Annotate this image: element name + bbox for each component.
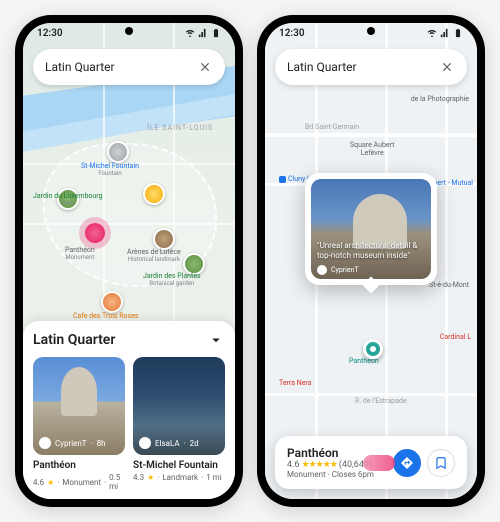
card-meta: 4.3★· Landmark· 1 mi xyxy=(133,473,225,482)
clear-search-button[interactable] xyxy=(197,59,213,75)
signal-icon xyxy=(440,28,450,38)
poi-featured[interactable] xyxy=(143,183,165,205)
callout-quote: "Unreal architectural detail & top-notch… xyxy=(317,241,425,261)
callout-image xyxy=(311,179,431,279)
bookmark-icon xyxy=(434,456,448,470)
map-label-jardin-lux[interactable]: Jardin du Luxembourg Park xyxy=(33,193,103,207)
clock: 12:30 xyxy=(279,28,305,39)
clock: 12:30 xyxy=(37,28,63,39)
close-icon xyxy=(198,60,212,74)
wifi-icon xyxy=(427,28,437,38)
card-image: ElsaLA·2d xyxy=(133,357,225,455)
signal-icon xyxy=(198,28,208,38)
avatar xyxy=(39,437,51,449)
search-bar[interactable]: Latin Quarter xyxy=(275,49,467,85)
battery-icon xyxy=(211,28,221,38)
place-card-fountain[interactable]: ElsaLA·2d St-Michel Fountain 4.3★· Landm… xyxy=(133,357,225,491)
phone-right: 12:30 de la Photographie Bd Saint-Germai… xyxy=(257,15,485,507)
search-bar[interactable]: Latin Quarter xyxy=(33,49,225,85)
place-rating: 4.6 ★★★★★ (40,649) xyxy=(287,460,374,470)
callout-author: CyprienT xyxy=(317,265,359,275)
author-chip: ElsaLA·2d xyxy=(139,437,199,449)
map-label-terranera[interactable]: Terra Nera xyxy=(279,379,311,387)
map-label-jardin-plantes[interactable]: Jardin des Plantes Botanical garden xyxy=(143,273,201,287)
place-meta: Monument · Closes 6pm xyxy=(287,470,374,479)
place-pin-pantheon[interactable] xyxy=(363,339,383,359)
highlight-indicator xyxy=(363,455,395,471)
card-image: CyprienT·8h xyxy=(33,357,125,455)
place-title: Panthéon xyxy=(287,446,374,460)
status-bar: 12:30 xyxy=(23,23,235,43)
poi-arenes[interactable] xyxy=(153,228,175,250)
directions-button[interactable] xyxy=(393,449,421,477)
close-icon xyxy=(440,60,454,74)
battery-icon xyxy=(453,28,463,38)
sheet-title: Latin Quarter xyxy=(33,332,115,348)
avatar xyxy=(139,437,151,449)
card-title: St-Michel Fountain xyxy=(133,460,225,471)
my-location[interactable] xyxy=(85,223,105,243)
status-icons xyxy=(427,28,463,38)
bottom-sheet[interactable]: Latin Quarter CyprienT·8h Panthéon 4.6★· xyxy=(23,321,235,499)
map-label-ile: ÎLE SAINT-LOUIS xyxy=(147,125,213,133)
directions-icon xyxy=(400,456,414,470)
search-query: Latin Quarter xyxy=(45,60,197,74)
map-label-stmichel[interactable]: St-Michel Fountain Fountain xyxy=(81,163,139,177)
map-label-cardinal[interactable]: Cardinal L xyxy=(440,333,471,341)
screen-right: 12:30 de la Photographie Bd Saint-Germai… xyxy=(265,23,477,499)
avatar xyxy=(317,265,327,275)
star-icon: ★ xyxy=(147,473,154,482)
author-chip: CyprienT·8h xyxy=(39,437,106,449)
poi-stmichel[interactable] xyxy=(107,141,129,163)
map-label-cafe[interactable]: Cafe des Trois Roses xyxy=(73,313,139,321)
map-label-pantheon[interactable]: Panthéon Monument xyxy=(65,247,95,261)
map-label-stedumont[interactable]: St-é-du-Mont xyxy=(429,281,469,289)
place-callout[interactable]: "Unreal architectural detail & top-notch… xyxy=(305,173,437,285)
map-label-square[interactable]: Square Aubert Lefèvre xyxy=(350,141,394,157)
wifi-icon xyxy=(185,28,195,38)
front-camera xyxy=(125,27,133,35)
place-card-pantheon[interactable]: CyprienT·8h Panthéon 4.6★· Monument· 0.5… xyxy=(33,357,125,491)
screen-left: 12:30 ÎLE SAINT-LOUIS St-Michel Fountain… xyxy=(23,23,235,499)
map-label-arenes[interactable]: Arènes de Lutèce Historical landmark xyxy=(127,249,181,263)
card-meta: 4.6★· Monument· 0.5 mi xyxy=(33,473,125,491)
search-query: Latin Quarter xyxy=(287,60,439,74)
clear-search-button[interactable] xyxy=(439,59,455,75)
chevron-down-icon[interactable] xyxy=(207,331,225,349)
map-label-estrapade: R. de l'Estrapade xyxy=(355,397,407,405)
stars-icon: ★★★★★ xyxy=(302,460,337,470)
card-title: Panthéon xyxy=(33,460,125,471)
poi-cafe[interactable] xyxy=(101,291,123,313)
phone-left: 12:30 ÎLE SAINT-LOUIS St-Michel Fountain… xyxy=(15,15,243,507)
place-detail-card[interactable]: Panthéon 4.6 ★★★★★ (40,649) Monument · C… xyxy=(275,436,467,489)
status-bar: 12:30 xyxy=(265,23,477,43)
status-icons xyxy=(185,28,221,38)
front-camera xyxy=(367,27,375,35)
map-label-bd-germain: Bd Saint-Germain xyxy=(305,123,359,131)
map-label-photographie: de la Photographie xyxy=(399,95,469,103)
save-button[interactable] xyxy=(427,449,455,477)
star-icon: ★ xyxy=(47,478,54,487)
